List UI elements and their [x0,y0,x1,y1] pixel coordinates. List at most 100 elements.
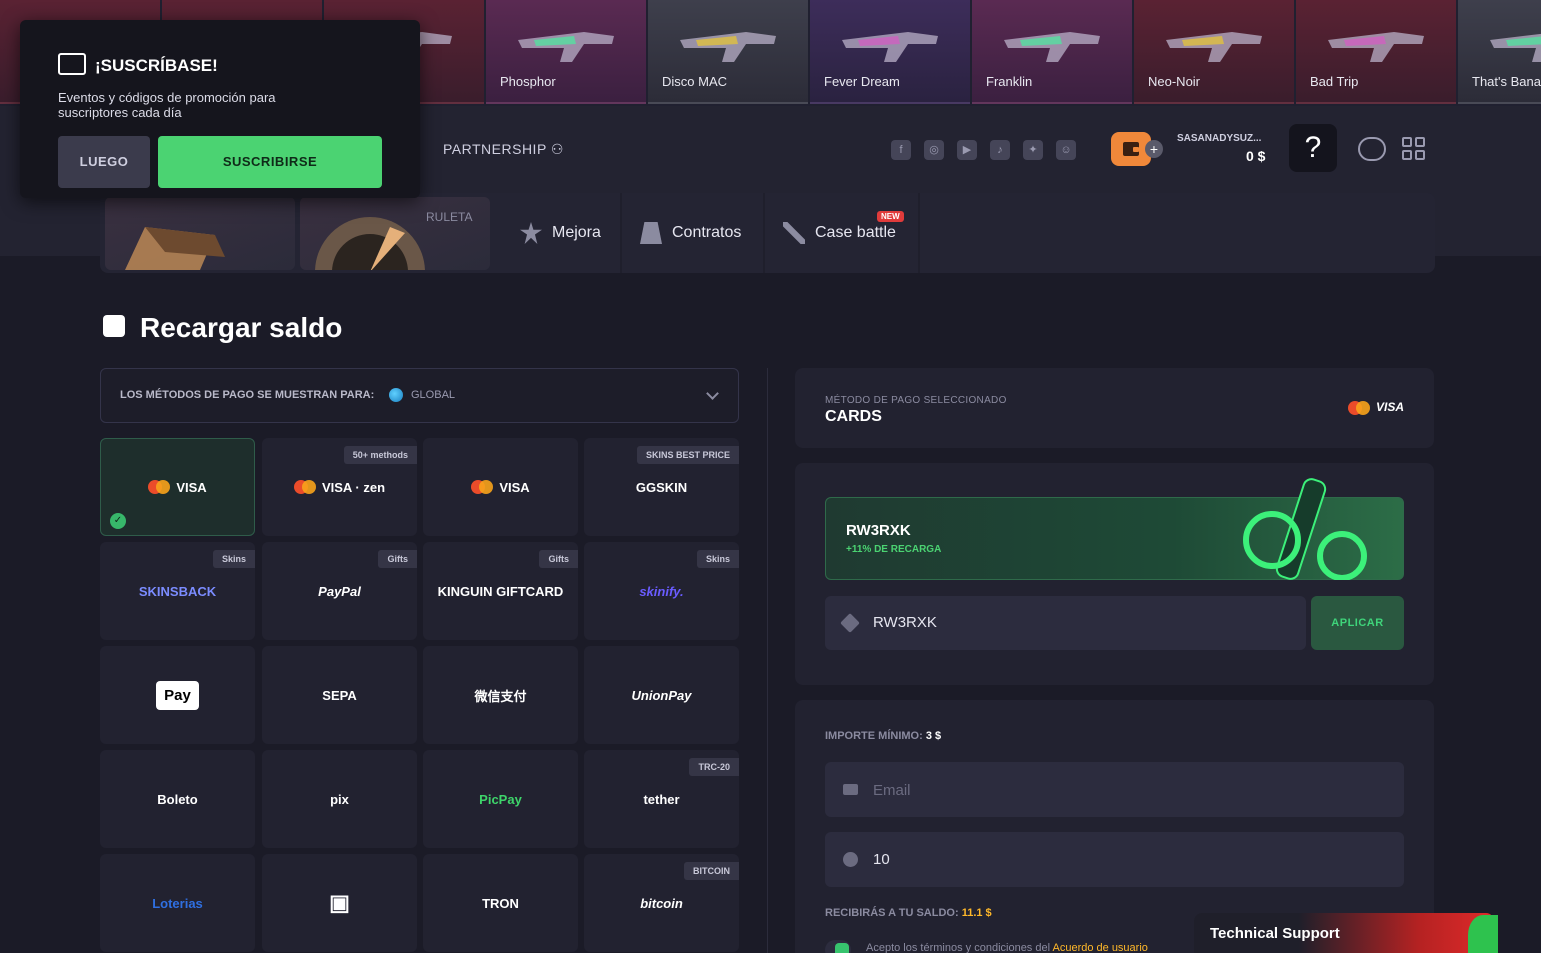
mastercard-icon [148,480,171,494]
feed-item[interactable]: Neo-Noir [1134,0,1294,104]
feed-item[interactable]: Bad Trip [1296,0,1456,104]
payment-method-card[interactable]: Pay [100,646,255,744]
partnership-link[interactable]: PARTNERSHIP ⚇ [443,141,564,158]
roulette-art [315,217,425,270]
payment-method-label: UnionPay [631,687,692,703]
payment-method-card[interactable]: SEPA [262,646,417,744]
feed-item[interactable]: That's Bananas [1458,0,1541,104]
roulette-thumbnail[interactable] [300,197,490,270]
case-thumbnail[interactable] [105,197,295,270]
check-icon: ✓ [110,513,126,529]
payment-method-card[interactable]: bitcoin BITCOIN [584,854,739,952]
partnership-icon: ⚇ [550,141,564,157]
payment-method-card[interactable]: VISA ✓ [100,438,255,536]
feed-item-name: Bad Trip [1310,74,1359,89]
payment-method-card[interactable]: KINGUIN GIFTCARD Gifts [423,542,578,640]
apple-icon: Pay [156,680,199,710]
partnership-label: PARTNERSHIP [443,141,547,157]
payment-method-card[interactable]: VISA [423,438,578,536]
weapon-skin-image [1328,32,1424,62]
feed-item[interactable]: Franklin [972,0,1132,104]
instagram-icon[interactable]: ◎ [924,140,944,160]
region-value: GLOBAL [411,389,456,401]
cash-icon: ▣ [329,890,350,915]
payment-method-tag: 50+ methods [343,446,417,464]
selected-method-panel [795,368,1434,448]
popup-text: Eventos y códigos de promoción para susc… [58,90,276,120]
technical-support-label: Technical Support [1210,925,1340,942]
apply-button[interactable]: APLICAR [1311,596,1404,650]
feed-item[interactable]: Disco MAC [648,0,808,104]
payment-method-card[interactable]: ▣ [262,854,417,952]
chat-icon[interactable] [1358,137,1386,161]
feed-item-name: Neo-Noir [1148,74,1201,89]
payment-method-card[interactable]: GGSKIN SKINS BEST PRICE [584,438,739,536]
weapon-skin-image [1166,32,1262,62]
nav-contracts[interactable]: Contratos [640,222,741,244]
payment-method-label: ▣ [262,854,417,952]
username[interactable]: SASANADYSUZ... [1177,133,1261,144]
payment-method-tag: TRC-20 [689,758,739,776]
payment-method-card[interactable]: tether TRC-20 [584,750,739,848]
nav-contracts-label: Contratos [672,224,742,241]
payment-method-card[interactable]: 微信支付 [423,646,578,744]
payment-method-label: SEPA [322,687,357,703]
payment-method-card[interactable]: TRON [423,854,578,952]
roulette-label[interactable]: RULETA [426,210,472,224]
upgrade-icon [520,222,542,244]
payment-method-card[interactable]: PicPay [423,750,578,848]
minimum-amount-value: 3 $ [925,730,942,742]
payment-method-label: TRON [482,895,519,911]
facebook-icon[interactable]: f [891,140,911,160]
nav-upgrade-label: Mejora [552,224,601,241]
nav-case-battle-label: Case battle [815,224,896,241]
amount-value[interactable]: 10 [873,851,890,868]
add-funds-button[interactable]: + [1145,140,1163,158]
popup-title: ¡SUSCRÍBASE! [95,56,218,75]
user-agreement-link[interactable]: Acuerdo de usuario [1053,942,1148,953]
payment-method-card[interactable]: skinify. Skins [584,542,739,640]
feed-item[interactable]: Fever Dream [810,0,970,104]
payment-method-card[interactable]: PayPal Gifts [262,542,417,640]
email-field[interactable] [825,762,1404,817]
support-accent [1468,915,1498,953]
payment-method-card[interactable]: pix [262,750,417,848]
nav-upgrade[interactable]: Mejora [520,222,601,244]
weapon-skin-image [680,32,776,62]
new-badge: NEW [877,211,904,222]
twitter-icon[interactable]: ✦ [1023,140,1043,160]
payment-method-card[interactable]: Loterias [100,854,255,952]
mail-icon [843,784,858,795]
amount-field[interactable] [825,832,1404,887]
region-label: LOS MÉTODOS DE PAGO SE MUESTRAN PARA: [120,389,375,401]
payment-method-label: VISA [423,438,578,536]
nav-divider [763,193,765,273]
selected-method-brand: VISA [1348,400,1404,415]
help-button[interactable]: ? [1289,124,1337,172]
payment-method-card[interactable]: Boleto [100,750,255,848]
feed-item-name: Phosphor [500,74,556,89]
payment-method-tag: Skins [212,550,255,568]
youtube-icon[interactable]: ▶ [957,140,977,160]
feed-item[interactable]: Phosphor [486,0,646,104]
subscribe-button[interactable]: SUSCRIBIRSE [158,136,382,188]
promo-code-value[interactable]: RW3RXK [873,614,937,631]
terms-checkbox[interactable] [825,940,851,953]
payment-method-tag: Gifts [539,550,578,568]
payment-method-label: Boleto [157,791,198,807]
discord-icon[interactable]: ☺ [1056,140,1076,160]
payment-method-label: Pay [100,646,255,744]
payment-method-card[interactable]: VISA · zen 50+ methods [262,438,417,536]
payment-method-card[interactable]: SKINSBACK Skins [100,542,255,640]
nav-case-battle[interactable]: Case battle [783,222,896,244]
later-button[interactable]: LUEGO [58,136,150,188]
contracts-icon [640,222,662,244]
payment-method-card[interactable]: UnionPay [584,646,739,744]
email-placeholder: Email [873,782,911,799]
menu-grid-icon[interactable] [1402,137,1426,161]
coin-icon [843,852,858,867]
promo-banner-code: RW3RXK [846,522,911,539]
weapon-skin-image [1490,33,1541,62]
tiktok-icon[interactable]: ♪ [990,140,1010,160]
balance-value: 0 $ [1246,148,1266,164]
